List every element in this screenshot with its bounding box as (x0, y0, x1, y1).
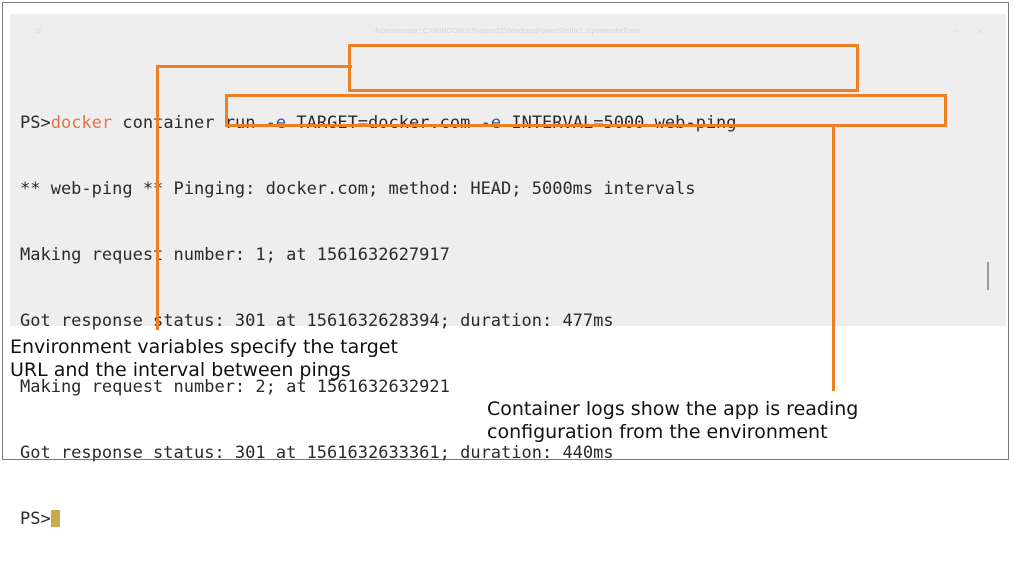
scrollbar[interactable] (987, 262, 989, 290)
logs-caption: Container logs show the app is reading c… (487, 398, 858, 444)
prompt: PS> (20, 113, 51, 133)
prompt: PS> (20, 509, 51, 529)
minimize-icon[interactable]: – (954, 26, 959, 37)
left-leader-line (156, 66, 159, 330)
prompt-line: PS> (20, 508, 737, 530)
close-icon[interactable]: × (976, 26, 984, 37)
env-vars-caption: Environment variables specify the target… (10, 336, 398, 382)
log-line: Got response status: 301 at 156163262839… (20, 311, 614, 331)
log-config-highlight (225, 94, 947, 127)
terminal-output[interactable]: PS>docker container run -e TARGET=docker… (20, 68, 737, 574)
log-line: ** web-ping ** Pinging: docker.com; meth… (20, 179, 696, 199)
window-menu-icon[interactable]: ≡ (34, 26, 42, 37)
caption-line: Container logs show the app is reading (487, 398, 859, 420)
text-cursor (50, 510, 60, 527)
caption-line: URL and the interval between pings (10, 359, 351, 381)
caption-line: configuration from the environment (487, 421, 828, 443)
log-line: Making request number: 1; at 15616326279… (20, 245, 450, 265)
right-leader-line (832, 126, 835, 391)
env-vars-highlight (348, 44, 859, 92)
log-line: Got response status: 301 at 156163263336… (20, 443, 614, 463)
docker-command: docker (50, 113, 113, 133)
docker-command-bracket (156, 65, 352, 91)
window-title: Administrator: C:\WINDOWS\System32\Windo… (374, 28, 642, 35)
caption-line: Environment variables specify the target (10, 336, 398, 358)
